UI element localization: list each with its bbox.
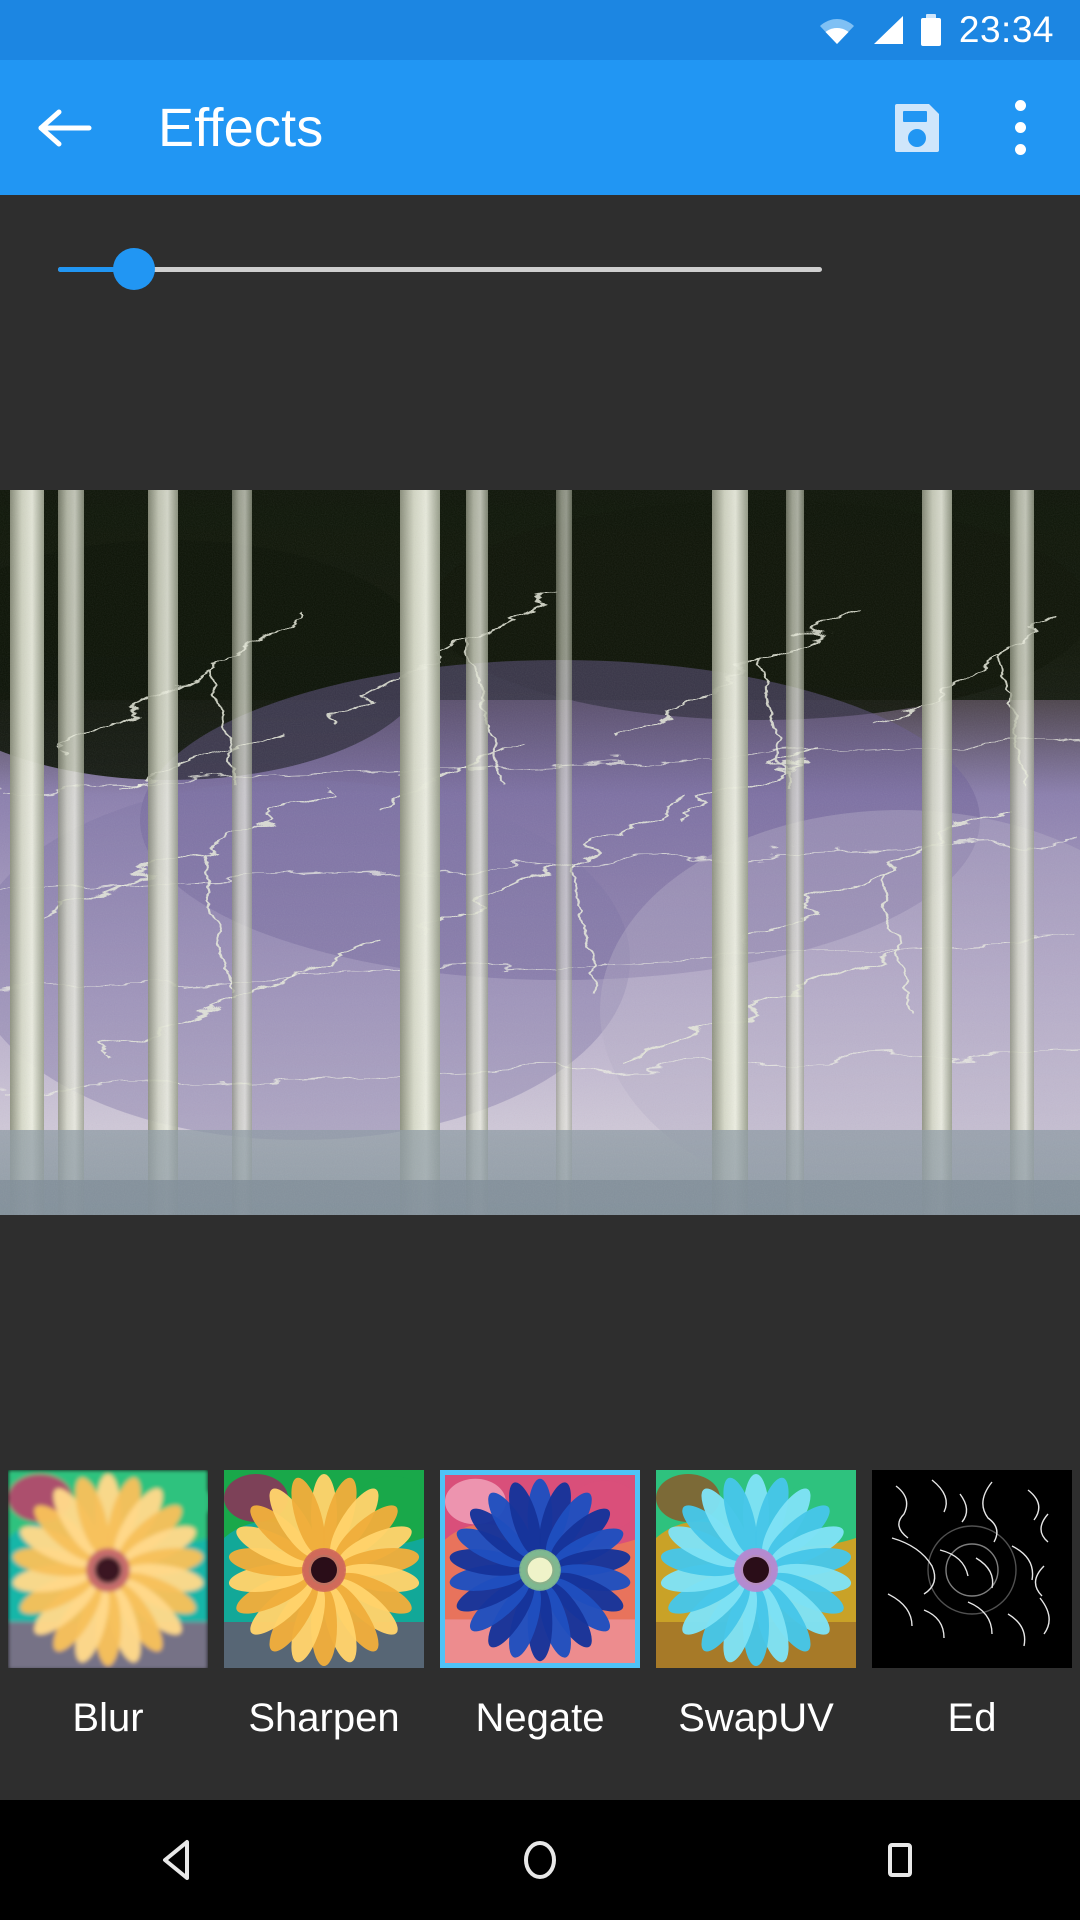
effect-item-blur[interactable]: Blur	[0, 1470, 216, 1800]
effect-item-negate[interactable]: Negate	[432, 1470, 648, 1800]
more-vertical-icon	[1014, 100, 1026, 155]
back-triangle-icon	[163, 1840, 189, 1880]
effect-item-ed[interactable]: Ed	[864, 1470, 1080, 1800]
effect-thumbnail[interactable]	[440, 1470, 640, 1668]
app-bar: Effects	[0, 60, 1080, 195]
status-time: 23:34	[958, 9, 1054, 50]
effect-thumbnail[interactable]	[872, 1470, 1072, 1668]
effect-thumbnail[interactable]	[656, 1470, 856, 1668]
nav-home-button[interactable]	[450, 1800, 630, 1920]
home-circle-icon	[524, 1841, 556, 1879]
effect-label: SwapUV	[678, 1696, 834, 1740]
effect-label: Ed	[947, 1696, 997, 1740]
effect-item-sharpen[interactable]: Sharpen	[216, 1470, 432, 1800]
effects-screen: 23:34 Effects Blur Sharpen Negate SwapUV…	[0, 0, 1080, 1920]
nav-recents-button[interactable]	[810, 1800, 990, 1920]
image-preview[interactable]	[0, 490, 1080, 1215]
page-title: Effects	[158, 97, 324, 158]
cell-signal-icon	[871, 15, 905, 45]
effects-row: Blur Sharpen Negate SwapUV Ed	[0, 1470, 1080, 1800]
effect-intensity-slider[interactable]	[58, 240, 822, 300]
slider-panel	[0, 195, 1080, 490]
wifi-icon	[819, 15, 855, 45]
effects-filmstrip[interactable]: Blur Sharpen Negate SwapUV Ed	[0, 1215, 1080, 1800]
effect-label: Blur	[72, 1696, 144, 1740]
preview-canvas	[0, 490, 1080, 1215]
slider-thumb[interactable]	[113, 248, 156, 290]
effect-label: Sharpen	[248, 1696, 400, 1740]
status-bar: 23:34	[0, 0, 1080, 60]
nav-back-button[interactable]	[90, 1800, 270, 1920]
overflow-menu-button[interactable]	[972, 60, 1068, 195]
recents-square-icon	[888, 1843, 912, 1877]
android-nav-bar	[0, 1800, 1080, 1920]
back-button[interactable]	[10, 60, 120, 195]
save-button[interactable]	[862, 60, 972, 195]
slider-track	[58, 267, 822, 272]
battery-icon	[920, 14, 941, 46]
effect-label: Negate	[475, 1696, 605, 1740]
effect-item-swapuv[interactable]: SwapUV	[648, 1470, 864, 1800]
effect-thumbnail[interactable]	[224, 1470, 424, 1668]
status-icons	[819, 14, 941, 46]
effect-thumbnail[interactable]	[8, 1470, 208, 1668]
